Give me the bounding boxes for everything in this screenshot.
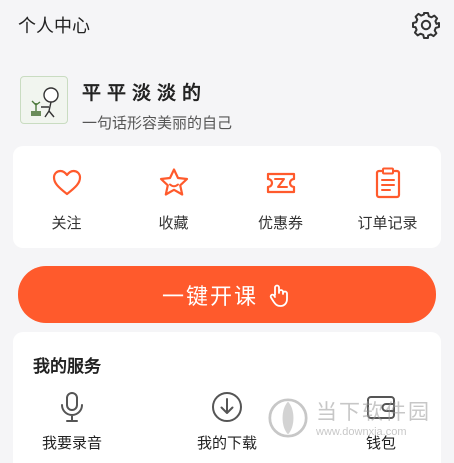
page-title: 个人中心: [18, 16, 90, 37]
download-icon: [212, 392, 242, 422]
service-record[interactable]: 我要录音: [17, 390, 127, 460]
ticket-icon: [266, 172, 295, 194]
user-name: 平平淡淡的: [82, 82, 208, 104]
avatar-illustration: [31, 87, 59, 118]
microphone-icon: [61, 392, 83, 422]
quick-action-label: 订单记录: [357, 214, 418, 232]
user-motto: 一句话形容美丽的自己: [82, 114, 233, 132]
watermark-text: 当下软件园: [316, 400, 431, 424]
quick-action-favorites[interactable]: 收藏: [120, 166, 227, 236]
star-icon: [159, 168, 188, 196]
service-label: 我要录音: [41, 434, 102, 452]
start-course-button[interactable]: 一键开课: [18, 266, 436, 323]
heart-icon: [52, 169, 81, 196]
services-title: 我的服务: [33, 357, 101, 377]
watermark-url: www.downxia.com: [316, 426, 407, 438]
quick-action-label: 收藏: [158, 214, 189, 232]
avatar[interactable]: [20, 76, 68, 124]
quick-action-label: 关注: [51, 214, 82, 232]
header-bar: 个人中心: [0, 0, 454, 52]
service-downloads[interactable]: 我的下载: [172, 390, 282, 460]
tap-hand-icon: [269, 284, 288, 307]
start-course-label: 一键开课: [161, 284, 258, 310]
quick-action-follow[interactable]: 关注: [13, 166, 120, 236]
gear-icon[interactable]: [411, 10, 441, 40]
quick-actions-card: 关注 收藏 优惠券 订单记录: [13, 146, 441, 248]
service-label: 我的下载: [196, 434, 257, 452]
quick-action-coupons[interactable]: 优惠券: [227, 166, 334, 236]
site-watermark: 当下软件园 www.downxia.com: [268, 392, 438, 452]
watermark-logo-icon: [268, 398, 308, 438]
profile-section[interactable]: 平平淡淡的 一句话形容美丽的自己: [0, 52, 454, 144]
quick-action-label: 优惠券: [257, 214, 303, 232]
clipboard-icon: [375, 167, 400, 199]
quick-action-orders[interactable]: 订单记录: [334, 166, 441, 236]
